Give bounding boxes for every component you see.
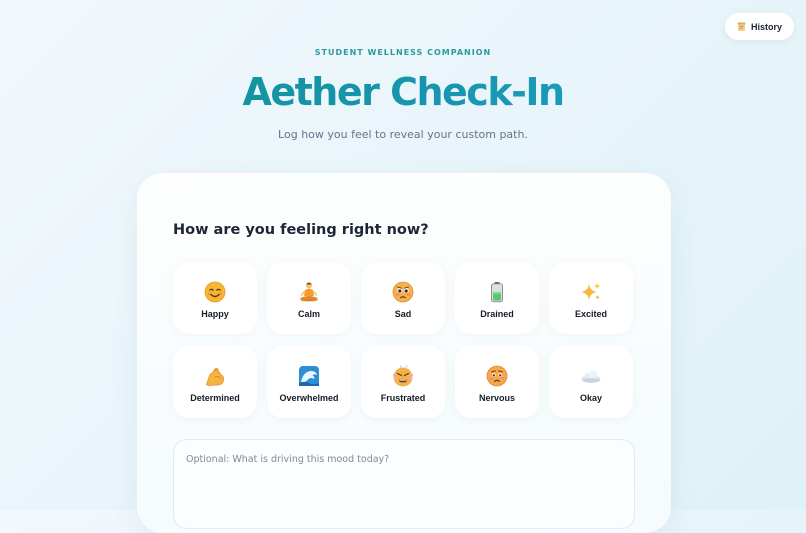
mood-option-determined[interactable]: Determined — [173, 346, 257, 418]
mood-label: Overwhelmed — [279, 393, 339, 403]
mood-label: Drained — [480, 309, 514, 319]
mood-option-excited[interactable]: Excited — [549, 262, 633, 334]
eyebrow-text: STUDENT WELLNESS COMPANION — [314, 48, 492, 57]
mood-question: How are you feeling right now? — [173, 222, 429, 238]
mood-label: Okay — [579, 393, 603, 403]
mood-label: Determined — [190, 393, 240, 403]
wave-icon — [299, 366, 319, 386]
mood-note-input[interactable] — [173, 439, 635, 529]
mood-option-happy[interactable]: Happy — [173, 262, 257, 334]
mood-option-calm[interactable]: Calm — [267, 262, 351, 334]
page-subtitle: Log how you feel to reveal your custom p… — [278, 128, 528, 141]
sparkles-icon — [581, 282, 601, 300]
battery-icon — [491, 282, 503, 303]
history-button[interactable]: History — [725, 13, 794, 40]
mood-label: Happy — [201, 309, 229, 319]
mood-label: Excited — [574, 309, 607, 319]
mood-option-overwhelmed[interactable]: Overwhelmed — [267, 346, 351, 418]
mood-option-frustrated[interactable]: Frustrated — [361, 346, 445, 418]
worried-face-icon — [486, 365, 508, 387]
steaming-face-icon — [392, 365, 414, 387]
mood-label: Sad — [394, 309, 412, 319]
checkin-card: How are you feeling right now? Happy Cal… — [137, 173, 671, 533]
scroll-icon — [737, 22, 746, 31]
page-title: Aether Check-In — [0, 66, 806, 118]
mood-label: Nervous — [478, 393, 515, 403]
smiling-face-icon — [204, 281, 226, 303]
history-label: History — [750, 21, 782, 32]
meditation-icon — [300, 282, 318, 302]
mood-option-drained[interactable]: Drained — [455, 262, 539, 334]
mood-label: Frustrated — [380, 393, 426, 403]
cloud-icon — [581, 370, 601, 383]
flexed-arm-icon — [206, 367, 224, 386]
mood-option-okay[interactable]: Okay — [549, 346, 633, 418]
sad-face-icon — [392, 281, 414, 303]
mood-option-nervous[interactable]: Nervous — [455, 346, 539, 418]
mood-grid: Happy Calm Sad Drained Excited Determine… — [173, 262, 635, 418]
mood-label: Calm — [297, 309, 320, 319]
mood-option-sad[interactable]: Sad — [361, 262, 445, 334]
